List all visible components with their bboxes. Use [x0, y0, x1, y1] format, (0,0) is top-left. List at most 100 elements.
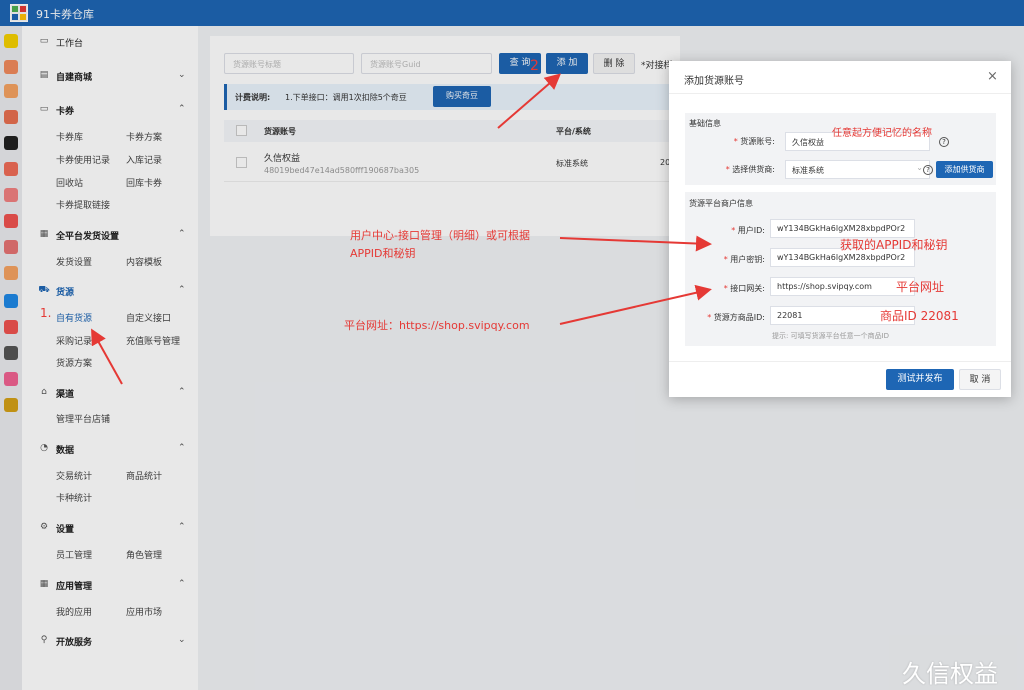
link-icon: ⚲ — [40, 635, 48, 645]
chevron-up-icon: ⌃ — [178, 522, 186, 532]
account-label: * 货源账号: — [733, 137, 775, 146]
chevron-up-icon: ⌃ — [178, 229, 186, 239]
column-header-account: 货源账号 — [264, 127, 296, 136]
chevron-down-icon: ⌄ — [916, 163, 923, 172]
sidebar-link[interactable]: 卡券方案 — [126, 130, 162, 143]
sidebar-link[interactable]: 员工管理 — [56, 548, 92, 561]
gateway-label: * 接口网关: — [723, 284, 765, 293]
help-icon[interactable]: ? — [923, 165, 933, 175]
app-shortcut-icon[interactable] — [4, 136, 18, 150]
top-bar: 91卡券仓库 — [0, 0, 1024, 26]
app-shortcut-icon[interactable] — [4, 266, 18, 280]
gateway-input[interactable]: https://shop.svipqy.com — [770, 277, 915, 296]
sidebar-link[interactable]: 发货设置 — [56, 255, 92, 268]
chevron-up-icon: ⌃ — [178, 579, 186, 589]
pie-chart-icon: ◔ — [40, 443, 48, 453]
delete-button[interactable]: 删 除 — [593, 53, 635, 74]
row-checkbox[interactable] — [236, 157, 247, 168]
product-id-hint: 提示: 可填写货源平台任意一个商品ID — [772, 332, 890, 340]
add-source-account-dialog: 添加货源账号 × 基础信息 * 货源账号: 久信权益 ? * 选择供货商: 标准… — [669, 61, 1011, 397]
sidebar-link[interactable]: 我的应用 — [56, 605, 92, 618]
add-supplier-button[interactable]: 添加供货商 — [936, 161, 993, 178]
sidebar-link[interactable]: 管理平台店铺 — [56, 412, 110, 425]
row-account-guid: 48019bed47e14ad580fff190687ba305 — [264, 166, 420, 175]
app-shortcut-icon[interactable] — [4, 320, 18, 334]
sidebar-link[interactable]: 角色管理 — [126, 548, 162, 561]
chevron-up-icon: ⌃ — [178, 443, 186, 453]
sidebar-link[interactable]: 卡券提取链接 — [56, 198, 110, 211]
sidebar-link[interactable]: 充值账号管理 — [126, 334, 180, 347]
main-panel: 货源账号标题 货源账号Guid 查 询 添 加 删 除 *对接样 计费说明: 1… — [210, 36, 680, 236]
test-and-publish-button[interactable]: 测试并发布 — [886, 369, 954, 390]
chevron-down-icon: ⌄ — [178, 70, 186, 80]
sidebar-link[interactable]: 回收站 — [56, 176, 83, 189]
user-secret-label: * 用户密钥: — [723, 255, 765, 264]
table-header: 货源账号 平台/系统 — [224, 120, 680, 142]
user-id-label: * 用户ID: — [731, 226, 765, 235]
sidebar: ▭ 工作台 ▤ 自建商城 ⌄ ▭ 卡券 ⌃ 卡券库 卡券方案 卡券使用记录 入库… — [22, 26, 198, 690]
app-shortcut-icon[interactable] — [4, 162, 18, 176]
sidebar-link[interactable]: 卡券库 — [56, 130, 83, 143]
table-row[interactable]: 久信权益 48019bed47e14ad580fff190687ba305 标准… — [224, 144, 680, 182]
annotation-product-hint: 商品ID 22081 — [880, 309, 959, 323]
sidebar-link[interactable]: 内容模板 — [126, 255, 162, 268]
row-platform: 标准系统 — [556, 159, 588, 168]
card-icon: ▭ — [39, 104, 49, 114]
annotation-step-1: 1. — [40, 306, 52, 320]
app-shortcut-icon[interactable] — [4, 294, 18, 308]
annotation-appid-hint: 获取的APPID和秘钥 — [840, 238, 948, 252]
dialog-header: 添加货源账号 × — [669, 61, 1011, 94]
annotation-user-center-line1: 用户中心-接口管理（明细）或可根据 — [350, 229, 530, 242]
section-title: 基础信息 — [689, 119, 721, 128]
app-shortcut-icon[interactable] — [4, 346, 18, 360]
row-account-name: 久信权益 — [264, 154, 301, 164]
app-shortcut-icon[interactable] — [4, 84, 18, 98]
annotation-user-center-line2: APPID和秘钥 — [350, 247, 416, 260]
cancel-button[interactable]: 取 消 — [959, 369, 1001, 390]
app-shortcut-icon[interactable] — [4, 188, 18, 202]
sidebar-link[interactable]: 商品统计 — [126, 469, 162, 482]
add-button[interactable]: 添 加 — [546, 53, 588, 74]
guid-search-input[interactable]: 货源账号Guid — [361, 53, 492, 74]
sidebar-link[interactable]: 采购记录 — [56, 334, 92, 347]
annotation-platform-url: 平台网址：https://shop.svipqy.com — [344, 319, 530, 332]
dialog-title: 添加货源账号 — [684, 76, 744, 87]
chevron-up-icon: ⌃ — [178, 387, 186, 397]
billing-text: 1.下单接口：调用1次扣除5个奇豆 — [285, 93, 407, 102]
annotation-gateway-hint: 平台网址 — [896, 280, 945, 294]
app-shortcut-icon[interactable] — [4, 372, 18, 386]
monitor-icon: ▭ — [39, 36, 49, 46]
app-shortcut-icon[interactable] — [4, 240, 18, 254]
close-icon[interactable]: × — [987, 69, 998, 84]
dialog-footer — [669, 361, 1011, 362]
app-shortcut-icon[interactable] — [4, 34, 18, 48]
sidebar-link[interactable]: 货源方案 — [56, 356, 92, 369]
app-shortcut-icon[interactable] — [4, 398, 18, 412]
help-icon[interactable]: ? — [939, 137, 949, 147]
annotation-step-2: 2 — [530, 58, 539, 74]
select-all-checkbox[interactable] — [236, 125, 247, 136]
chevron-down-icon: ⌄ — [178, 635, 186, 645]
app-shortcut-icon[interactable] — [4, 110, 18, 124]
sidebar-link[interactable]: 卡券使用记录 — [56, 153, 110, 166]
sidebar-link[interactable]: 卡种统计 — [56, 491, 92, 504]
supplier-select[interactable]: 标准系统 ⌄ — [785, 160, 930, 179]
sidebar-link[interactable]: 入库记录 — [126, 153, 162, 166]
section-title: 货源平台商户信息 — [689, 199, 753, 208]
sidebar-link[interactable]: 回库卡券 — [126, 176, 162, 189]
sidebar-link[interactable]: 应用市场 — [126, 605, 162, 618]
sidebar-link[interactable]: 交易统计 — [56, 469, 92, 482]
store-icon: ▤ — [39, 70, 49, 80]
sidebar-link-own-source[interactable]: 自有货源 — [56, 311, 92, 324]
sidebar-link[interactable]: 自定义接口 — [126, 311, 171, 324]
title-search-input[interactable]: 货源账号标题 — [224, 53, 354, 74]
buy-beans-button[interactable]: 购买奇豆 — [433, 86, 491, 107]
grid-icon: ▦ — [39, 229, 49, 239]
app-shortcut-icon[interactable] — [4, 60, 18, 74]
supplier-label: * 选择供货商: — [725, 165, 775, 174]
column-header-platform: 平台/系统 — [556, 127, 591, 136]
app-shortcut-icon[interactable] — [4, 214, 18, 228]
billing-label: 计费说明: — [235, 93, 271, 102]
product-id-label: * 货源方商品ID: — [707, 313, 765, 322]
cart-icon: ⛟ — [38, 285, 50, 295]
